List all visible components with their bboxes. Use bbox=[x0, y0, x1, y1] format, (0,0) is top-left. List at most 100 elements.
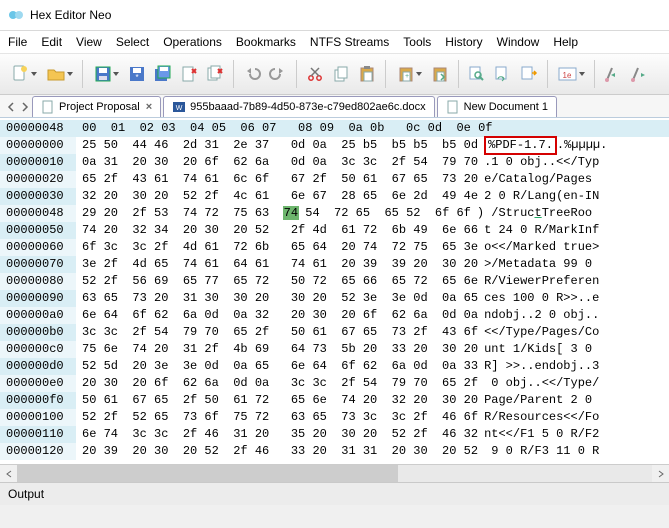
menu-history[interactable]: History bbox=[445, 35, 482, 49]
copy-button[interactable] bbox=[329, 61, 353, 87]
scroll-left-icon[interactable] bbox=[0, 465, 17, 482]
scroll-right-icon[interactable] bbox=[652, 465, 669, 482]
close-icon[interactable]: × bbox=[146, 101, 152, 113]
row-hex[interactable]: 65 2f 43 61 74 61 6c 6f 67 2f 50 61 67 6… bbox=[76, 171, 478, 188]
menu-edit[interactable]: Edit bbox=[41, 35, 62, 49]
row-ascii[interactable]: Page/Parent 2 0 bbox=[478, 392, 669, 409]
row-ascii[interactable]: ) /StructTreeRoo bbox=[471, 205, 669, 222]
undo-button[interactable] bbox=[240, 61, 264, 87]
scroll-thumb[interactable] bbox=[17, 465, 398, 482]
row-address: 00000050 bbox=[0, 222, 76, 239]
tab-label: Project Proposal bbox=[59, 101, 140, 113]
row-hex[interactable]: 6e 64 6f 62 6a 0d 0a 32 20 30 20 6f 62 6… bbox=[76, 307, 478, 324]
row-ascii[interactable]: t 24 0 R/MarkInf bbox=[478, 222, 669, 239]
row-hex[interactable]: 20 30 20 6f 62 6a 0d 0a 3c 3c 2f 54 79 7… bbox=[76, 375, 478, 392]
row-hex[interactable]: 3e 2f 4d 65 74 61 64 61 74 61 20 39 39 2… bbox=[76, 256, 478, 273]
paste-button[interactable] bbox=[355, 61, 379, 87]
tab-next-icon[interactable] bbox=[19, 101, 31, 113]
row-ascii[interactable]: %PDF-1.7..%µµµµ. bbox=[478, 137, 669, 154]
row-address: 000000d0 bbox=[0, 358, 76, 375]
app-icon bbox=[8, 7, 24, 23]
tab-label: 955baaad-7b89-4d50-873e-c79ed802ae6c.doc… bbox=[190, 101, 425, 113]
row-ascii[interactable]: ces 100 0 R>>..e bbox=[478, 290, 669, 307]
row-hex[interactable]: 29 20 2f 53 74 72 75 63 74 54 72 65 65 5… bbox=[76, 205, 471, 222]
row-ascii[interactable]: 9 0 R/F3 11 0 R bbox=[478, 443, 669, 460]
row-hex[interactable]: 32 20 30 20 52 2f 4c 61 6e 67 28 65 6e 2… bbox=[76, 188, 478, 205]
redo-button[interactable] bbox=[266, 61, 290, 87]
menu-tools[interactable]: Tools bbox=[403, 35, 431, 49]
row-hex[interactable]: 75 6e 74 20 31 2f 4b 69 64 73 5b 20 33 2… bbox=[76, 341, 478, 358]
row-ascii[interactable]: R] >>..endobj..3 bbox=[478, 358, 669, 375]
row-address: 00000048 bbox=[0, 205, 76, 222]
svg-text:*: * bbox=[135, 73, 138, 82]
row-hex[interactable]: 52 5d 20 3e 3e 0d 0a 65 6e 64 6f 62 6a 0… bbox=[76, 358, 478, 375]
row-ascii[interactable]: unt 1/Kids[ 3 0 bbox=[478, 341, 669, 358]
output-panel-header[interactable]: Output bbox=[0, 482, 669, 505]
row-ascii[interactable]: R/Resources<</Fo bbox=[478, 409, 669, 426]
menu-ntfs-streams[interactable]: NTFS Streams bbox=[310, 35, 389, 49]
header-address: 00000048 bbox=[0, 120, 76, 137]
menu-view[interactable]: View bbox=[76, 35, 102, 49]
row-hex[interactable]: 20 39 20 30 20 52 2f 46 33 20 31 31 20 3… bbox=[76, 443, 478, 460]
tab-project-proposal[interactable]: Project Proposal × bbox=[32, 96, 161, 117]
row-hex[interactable]: 52 2f 52 65 73 6f 75 72 63 65 73 3c 3c 2… bbox=[76, 409, 478, 426]
row-ascii[interactable]: nt<</F1 5 0 R/F2 bbox=[478, 426, 669, 443]
row-hex[interactable]: 3c 3c 2f 54 79 70 65 2f 50 61 67 65 73 2… bbox=[76, 324, 478, 341]
menu-bar: File Edit View Select Operations Bookmar… bbox=[0, 31, 669, 54]
menu-bookmarks[interactable]: Bookmarks bbox=[236, 35, 296, 49]
new-button[interactable] bbox=[6, 61, 40, 87]
row-hex[interactable]: 50 61 67 65 2f 50 61 72 65 6e 74 20 32 2… bbox=[76, 392, 478, 409]
row-ascii[interactable]: 2 0 R/Lang(en-IN bbox=[478, 188, 669, 205]
row-hex[interactable]: 25 50 44 46 2d 31 2e 37 0d 0a 25 b5 b5 b… bbox=[76, 137, 478, 154]
horizontal-scrollbar[interactable] bbox=[0, 464, 669, 482]
menu-file[interactable]: File bbox=[8, 35, 27, 49]
open-button[interactable] bbox=[42, 61, 76, 87]
save-button[interactable] bbox=[89, 61, 123, 87]
row-address: 00000060 bbox=[0, 239, 76, 256]
tab-new-document[interactable]: New Document 1 bbox=[437, 96, 557, 117]
row-ascii[interactable]: e/Catalog/Pages bbox=[478, 171, 669, 188]
encoding-button[interactable]: 1e bbox=[554, 61, 588, 87]
replace-button[interactable] bbox=[491, 61, 515, 87]
row-hex[interactable]: 6e 74 3c 3c 2f 46 31 20 35 20 30 20 52 2… bbox=[76, 426, 478, 443]
close-all-button[interactable] bbox=[203, 61, 227, 87]
tab-label: New Document 1 bbox=[464, 101, 548, 113]
page-icon bbox=[41, 100, 55, 114]
toolbar: * + 1e bbox=[0, 54, 669, 95]
find-prev-button[interactable] bbox=[601, 61, 625, 87]
row-ascii[interactable]: R/ViewerPreferen bbox=[478, 273, 669, 290]
tab-prev-icon[interactable] bbox=[5, 101, 17, 113]
insert-file-button[interactable]: + bbox=[392, 61, 426, 87]
row-ascii[interactable]: ndobj..2 0 obj.. bbox=[478, 307, 669, 324]
goto-button[interactable] bbox=[517, 61, 541, 87]
row-ascii[interactable]: .1 0 obj..<</Typ bbox=[478, 154, 669, 171]
toolbar-separator bbox=[458, 60, 459, 88]
row-hex[interactable]: 63 65 73 20 31 30 30 20 30 20 52 3e 3e 0… bbox=[76, 290, 478, 307]
find-next-button[interactable] bbox=[627, 61, 651, 87]
save-all-button[interactable] bbox=[151, 61, 175, 87]
cut-button[interactable] bbox=[303, 61, 327, 87]
find-button[interactable] bbox=[465, 61, 489, 87]
menu-help[interactable]: Help bbox=[553, 35, 578, 49]
row-hex[interactable]: 0a 31 20 30 20 6f 62 6a 0d 0a 3c 3c 2f 5… bbox=[76, 154, 478, 171]
row-ascii[interactable]: o<</Marked true> bbox=[478, 239, 669, 256]
row-hex[interactable]: 6f 3c 3c 2f 4d 61 72 6b 65 64 20 74 72 7… bbox=[76, 239, 478, 256]
row-hex[interactable]: 74 20 32 34 20 30 20 52 2f 4d 61 72 6b 4… bbox=[76, 222, 478, 239]
row-address: 000000b0 bbox=[0, 324, 76, 341]
menu-window[interactable]: Window bbox=[497, 35, 540, 49]
menu-select[interactable]: Select bbox=[116, 35, 149, 49]
row-ascii[interactable]: 0 obj..<</Type/ bbox=[478, 375, 669, 392]
scroll-track[interactable] bbox=[17, 465, 652, 482]
row-address: 000000a0 bbox=[0, 307, 76, 324]
fill-button[interactable] bbox=[428, 61, 452, 87]
hex-view[interactable]: 00000048 00 01 02 03 04 05 06 07 08 09 0… bbox=[0, 118, 669, 464]
row-ascii[interactable]: <</Type/Pages/Co bbox=[478, 324, 669, 341]
menu-operations[interactable]: Operations bbox=[163, 35, 222, 49]
row-hex[interactable]: 52 2f 56 69 65 77 65 72 50 72 65 66 65 7… bbox=[76, 273, 478, 290]
page-icon bbox=[446, 100, 460, 114]
toolbar-separator bbox=[82, 60, 83, 88]
close-button[interactable] bbox=[177, 61, 201, 87]
row-ascii[interactable]: >/Metadata 99 0 bbox=[478, 256, 669, 273]
save-as-button[interactable]: * bbox=[125, 61, 149, 87]
tab-docx[interactable]: W 955baaad-7b89-4d50-873e-c79ed802ae6c.d… bbox=[163, 96, 434, 117]
